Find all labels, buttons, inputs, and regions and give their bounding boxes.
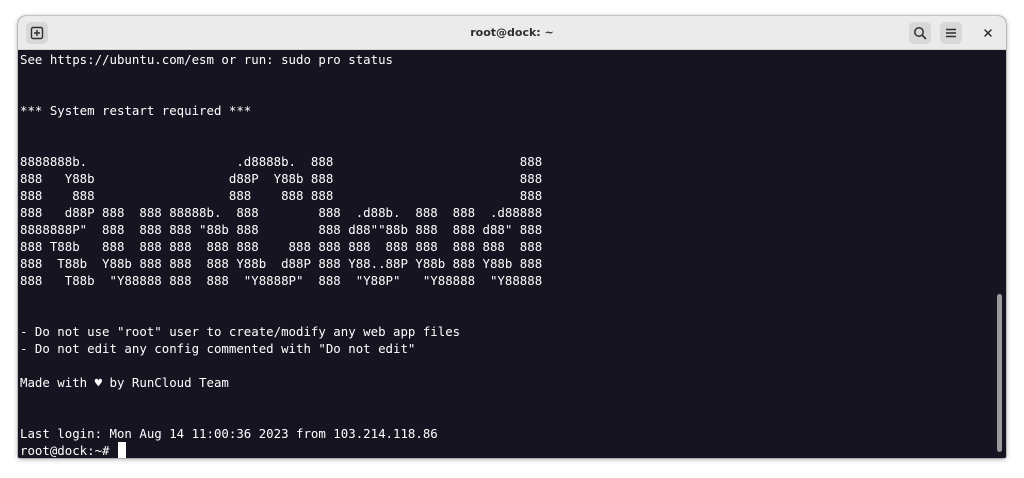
ascii-art-line: 888 888 888 888 888 888 [20, 188, 543, 203]
close-icon [984, 29, 992, 37]
terminal-line: See https://ubuntu.com/esm or run: sudo … [20, 52, 393, 67]
ascii-art-line: 888 T88b Y88b 888 888 888 Y88b d88P 888 … [20, 256, 543, 271]
window-title: root@dock: ~ [470, 26, 554, 39]
shell-prompt: root@dock:~# [20, 443, 117, 458]
terminal-window: root@dock: ~ See https://ubuntu.com/esm … [18, 16, 1006, 458]
prompt-line[interactable]: root@dock:~# [20, 442, 126, 458]
ascii-art-line: 8888888P" 888 888 888 "88b 888 888 d88""… [20, 222, 543, 237]
text-cursor [117, 442, 126, 458]
terminal-line: Made with ♥ by RunCloud Team [20, 375, 229, 390]
ascii-art-line: 888 T88b 888 888 888 888 888 888 888 888… [20, 239, 543, 254]
terminal-output[interactable]: See https://ubuntu.com/esm or run: sudo … [18, 50, 994, 458]
ascii-art-line: 888 d88P 888 888 88888b. 888 888 .d88b. … [20, 205, 543, 220]
search-button[interactable] [909, 22, 931, 44]
terminal-line: - Do not edit any config commented with … [20, 341, 416, 356]
hamburger-menu-icon [946, 28, 956, 38]
search-icon [914, 27, 927, 40]
vertical-scrollbar[interactable] [994, 50, 1006, 458]
ascii-art-line: 888 Y88b d88P Y88b 888 888 [20, 171, 543, 186]
close-button[interactable] [977, 22, 999, 44]
ascii-art-line: 888 T88b "Y88888 888 888 "Y8888P" 888 "Y… [20, 273, 543, 288]
title-bar: root@dock: ~ [18, 16, 1006, 50]
terminal-line: - Do not use "root" user to create/modif… [20, 324, 461, 339]
last-login-line: Last login: Mon Aug 14 11:00:36 2023 fro… [20, 426, 438, 441]
main-menu-button[interactable] [940, 22, 962, 44]
ascii-art-line: 8888888b. .d8888b. 888 888 [20, 154, 543, 169]
scrollbar-thumb[interactable] [997, 294, 1002, 452]
terminal-line: *** System restart required *** [20, 103, 252, 118]
